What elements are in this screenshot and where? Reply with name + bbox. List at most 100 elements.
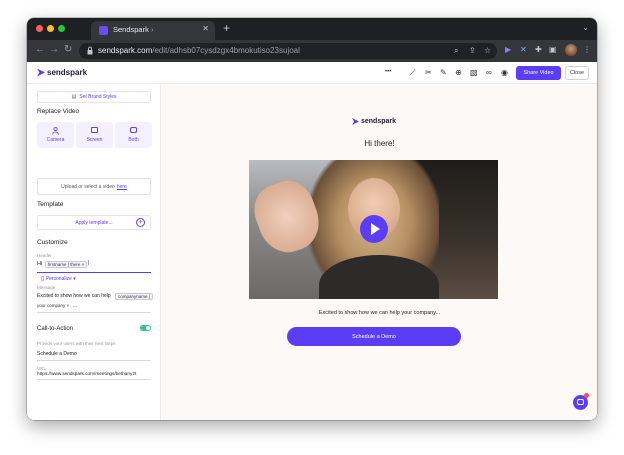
braces-icon: {} — [41, 276, 45, 282]
source-camera-button[interactable]: Camera — [37, 122, 74, 148]
text-cursor: | — [88, 260, 90, 266]
personalize-button[interactable]: {} Personalize ▾ — [41, 276, 76, 282]
message-input-underline[interactable] — [37, 312, 151, 313]
tab-suffix: › — [150, 25, 154, 34]
header-field-label: Header — [37, 253, 52, 258]
message-ellipsis: ... — [73, 303, 78, 309]
upload-text: Upload or select a video — [61, 183, 115, 190]
message-field-label: Message — [37, 285, 56, 290]
plus-circle-icon: + — [136, 218, 145, 227]
zoom-icon[interactable]: ⌕ — [454, 46, 458, 56]
preview-logo-mark-icon — [352, 118, 359, 125]
person-icon — [52, 127, 59, 135]
source-screen-label: Screen — [86, 137, 103, 143]
sidebar-panel-icon[interactable]: ▣ — [549, 45, 557, 54]
apply-template-label: Apply template... — [75, 219, 113, 226]
video-player[interactable] — [249, 160, 498, 299]
logo-mark-icon — [37, 68, 45, 77]
message-line2-label: your company — [37, 303, 66, 308]
more-options-icon[interactable]: ••• — [385, 69, 391, 75]
set-brand-styles-button[interactable]: ▤ Set Brand Styles — [37, 91, 151, 103]
source-camera-label: Camera — [46, 137, 65, 143]
header-chip-label: firstname | there — [48, 262, 81, 267]
cta-input-underline — [37, 360, 151, 361]
share-video-button[interactable]: Share Video — [516, 66, 561, 80]
chat-widget-button[interactable] — [573, 393, 589, 410]
sendspark-favicon-icon — [99, 26, 108, 35]
play-button[interactable] — [360, 215, 388, 243]
preview-eye-icon[interactable]: ◉ — [501, 68, 508, 77]
puzzle-extensions-icon[interactable]: ✚ — [535, 45, 542, 54]
upload-video-box[interactable]: Upload or select a video here — [37, 178, 151, 195]
new-tab-icon[interactable]: + — [223, 21, 230, 35]
personalize-label: Personalize — [45, 276, 72, 282]
share-page-icon[interactable]: ⇪ — [469, 46, 476, 55]
back-icon[interactable]: ← — [35, 44, 45, 55]
screen-camera-icon — [130, 127, 137, 133]
link-icon[interactable]: ∞ — [486, 68, 492, 77]
image-icon[interactable]: ▧ — [470, 68, 478, 77]
browser-window: Sendspark › ✕ + ⌄ ← → ↻ sendspark.com/ed… — [27, 18, 597, 420]
notification-badge — [584, 393, 589, 398]
source-both-button[interactable]: Both — [115, 122, 152, 148]
minimize-window-icon[interactable] — [47, 25, 54, 32]
set-brand-styles-label: Set Brand Styles — [79, 94, 117, 100]
cta-url-input[interactable]: https://www.sendspark.com/meetings/betha… — [37, 371, 136, 376]
cta-text-input[interactable]: Schedule a Demo — [37, 351, 77, 357]
message-chip-label: companyname | — [118, 294, 150, 299]
message-chip-continued[interactable]: your company × — [37, 303, 69, 310]
logo-text: sendspark — [47, 68, 88, 77]
call-to-action-toggle[interactable] — [140, 325, 151, 331]
tab-search-icon[interactable]: ⌄ — [582, 23, 589, 32]
share-video-label: Share Video — [523, 70, 554, 76]
browser-tab[interactable]: Sendspark › ✕ — [91, 21, 215, 40]
template-title: Template — [37, 201, 64, 208]
address-bar[interactable]: sendspark.com/edit/adhsb07cysdzgx4bmokut… — [79, 43, 497, 59]
schedule-demo-label: Schedule a Demo — [352, 333, 396, 340]
edit-pencil-icon[interactable]: ✎ — [440, 68, 447, 77]
analytics-icon[interactable]: ⟋ — [410, 68, 416, 78]
trim-scissors-icon[interactable]: ✂ — [425, 68, 432, 77]
video-page-preview: sendspark Hi there! Excited to show how … — [162, 84, 597, 420]
sendspark-logo[interactable]: sendspark — [37, 68, 87, 77]
reload-icon[interactable]: ↻ — [64, 44, 72, 55]
profile-avatar[interactable] — [565, 44, 577, 56]
customize-title: Customize — [37, 239, 68, 246]
preview-logo-text: sendspark — [361, 118, 397, 125]
close-window-icon[interactable] — [36, 25, 43, 32]
url-host: sendspark.com — [98, 46, 153, 55]
app-header: sendspark ••• ⟋ ✂ ✎ ⊕ ▧ ∞ ◉ Share Video … — [27, 62, 597, 84]
source-both-label: Both — [128, 137, 139, 143]
close-label: Close — [569, 70, 585, 76]
browser-menu-icon[interactable]: ⋮ — [583, 45, 591, 54]
add-media-icon[interactable]: ⊕ — [455, 68, 462, 77]
call-to-action-title: Call-to-Action — [37, 326, 74, 332]
schedule-demo-button[interactable]: Schedule a Demo — [287, 327, 461, 346]
close-button[interactable]: Close — [565, 66, 589, 80]
lock-icon — [87, 46, 93, 55]
replace-video-title: Replace Video — [37, 108, 80, 115]
url-input-underline — [37, 379, 151, 380]
toggle-knob — [146, 326, 150, 330]
sendspark-extension-icon[interactable]: ▶ — [505, 45, 511, 54]
source-screen-button[interactable]: Screen — [76, 122, 113, 148]
palette-icon: ▤ — [71, 94, 77, 100]
preview-message: Excited to show how we can help your com… — [318, 310, 441, 316]
url-path: /edit/adhsb07cysdzgx4bmokutiso23sujoal — [152, 46, 300, 55]
header-variable-chip[interactable]: firstname | there × — [45, 261, 88, 268]
header-prefix-text: Hi — [37, 261, 43, 267]
preview-greeting: Hi there! — [364, 139, 395, 148]
bookmark-star-icon[interactable]: ☆ — [484, 46, 491, 55]
chat-icon — [577, 399, 584, 405]
forward-icon[interactable]: → — [49, 44, 59, 55]
tab-strip: Sendspark › ✕ + ⌄ — [27, 18, 597, 40]
maximize-window-icon[interactable] — [58, 25, 65, 32]
message-variable-chip[interactable]: companyname | — [115, 293, 153, 300]
tab-title: Sendspark — [113, 25, 149, 34]
apply-template-button[interactable]: Apply template... + — [37, 215, 151, 230]
extension-icon[interactable]: ✕ — [520, 45, 527, 54]
upload-here-link[interactable]: here — [117, 184, 127, 190]
close-tab-icon[interactable]: ✕ — [202, 24, 209, 33]
header-input-underline[interactable] — [37, 272, 151, 273]
play-icon — [371, 223, 380, 235]
